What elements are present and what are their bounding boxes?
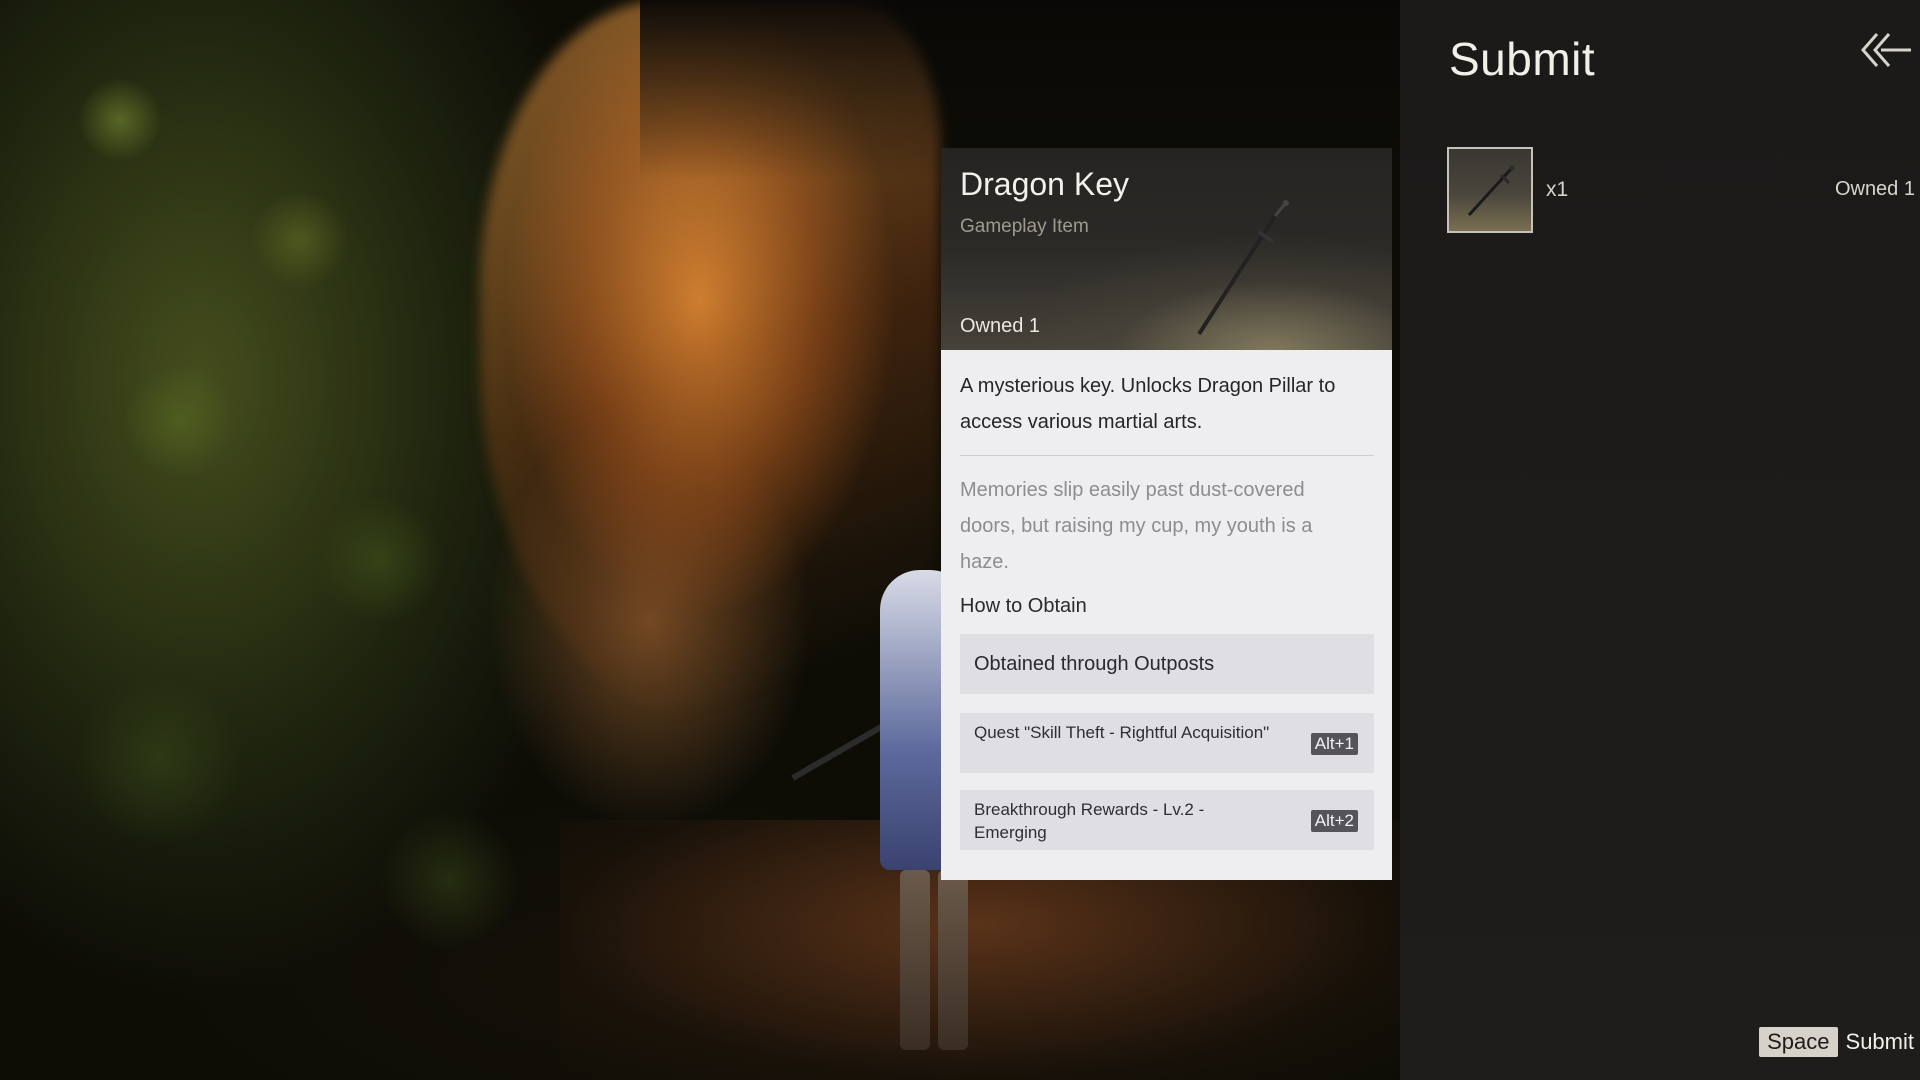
obtain-source-header: Obtained through Outposts bbox=[960, 634, 1374, 694]
submit-panel: Submit x1 Owned 1 Space Submit bbox=[1400, 0, 1920, 1080]
item-slot[interactable] bbox=[1447, 147, 1533, 233]
item-owned-count: Owned 1 bbox=[960, 315, 1041, 337]
panel-title: Submit bbox=[1449, 33, 1596, 85]
item-name: Dragon Key bbox=[960, 166, 1129, 202]
submit-hint[interactable]: Space Submit bbox=[1759, 1027, 1914, 1057]
character-boot-left bbox=[900, 870, 930, 1050]
how-to-obtain-heading: How to Obtain bbox=[960, 595, 1087, 617]
item-flavor-text: Memories slip easily past dust-covered d… bbox=[960, 479, 1313, 573]
source-hotkey: Alt+1 bbox=[1310, 733, 1358, 755]
space-key-badge: Space bbox=[1759, 1027, 1838, 1057]
item-description: A mysterious key. Unlocks Dragon Pillar … bbox=[960, 375, 1336, 433]
tooltip-body: A mysterious key. Unlocks Dragon Pillar … bbox=[941, 350, 1392, 880]
tooltip-header: Dragon Key Gameplay Item Owned 1 bbox=[941, 148, 1392, 350]
item-type: Gameplay Item bbox=[960, 216, 1089, 237]
source-hotkey: Alt+2 bbox=[1310, 810, 1358, 832]
source-label: Breakthrough Rewards - Lv.2 - Emerging bbox=[974, 800, 1205, 842]
item-tooltip: Dragon Key Gameplay Item Owned 1 A myste… bbox=[941, 148, 1392, 880]
slot-quantity: x1 bbox=[1546, 178, 1569, 201]
obtain-source-breakthrough[interactable]: Breakthrough Rewards - Lv.2 - Emerging A… bbox=[960, 790, 1374, 850]
character-boot-right bbox=[938, 870, 968, 1050]
dagger-key-icon bbox=[1197, 200, 1289, 336]
submit-hint-label: Submit bbox=[1845, 1029, 1914, 1054]
source-label: Quest "Skill Theft - Rightful Acquisitio… bbox=[974, 723, 1270, 742]
obtain-source-quest[interactable]: Quest "Skill Theft - Rightful Acquisitio… bbox=[960, 713, 1374, 773]
dagger-key-icon bbox=[1467, 165, 1515, 217]
slot-owned-count: Owned 1 bbox=[1834, 178, 1915, 200]
divider bbox=[960, 455, 1374, 456]
foliage bbox=[0, 0, 520, 1080]
double-chevron-left-icon[interactable] bbox=[1857, 28, 1913, 72]
